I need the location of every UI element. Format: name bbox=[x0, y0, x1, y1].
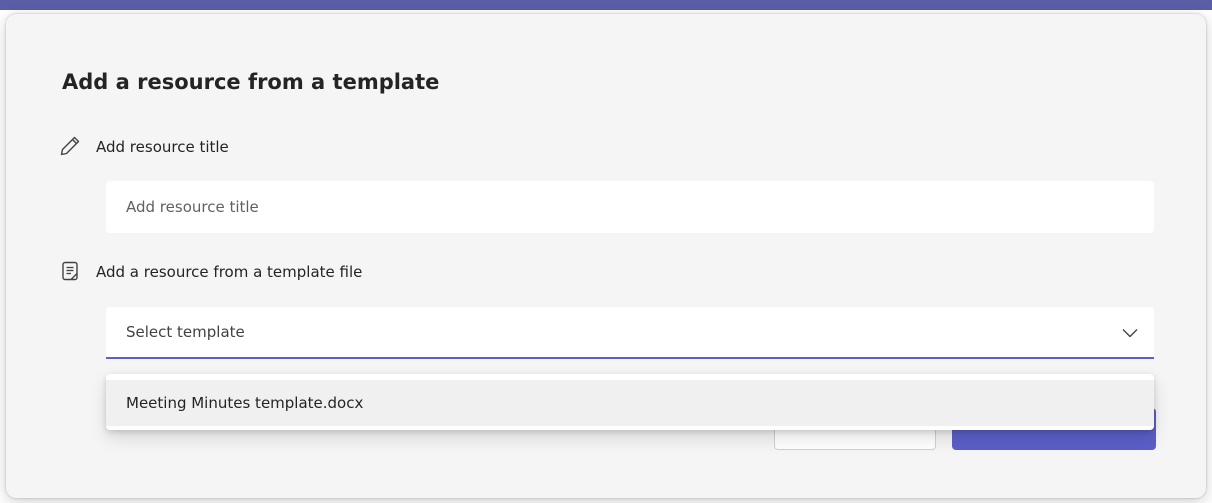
pencil-icon bbox=[58, 134, 82, 158]
template-option-label: Meeting Minutes template.docx bbox=[126, 394, 364, 412]
template-select-value: Select template bbox=[126, 323, 245, 341]
add-resource-dialog: Add a resource from a template Add resou… bbox=[6, 14, 1206, 498]
window-top-strip bbox=[0, 0, 1212, 10]
resource-title-label: Add resource title bbox=[96, 138, 229, 156]
resource-title-input[interactable]: Add resource title bbox=[106, 181, 1154, 233]
resource-title-placeholder: Add resource title bbox=[126, 198, 259, 216]
template-file-label: Add a resource from a template file bbox=[96, 263, 363, 281]
chevron-down-icon[interactable] bbox=[1120, 323, 1140, 343]
template-select[interactable]: Select template bbox=[106, 307, 1154, 359]
template-dropdown-list: Meeting Minutes template.docx bbox=[106, 374, 1154, 430]
dialog-title: Add a resource from a template bbox=[62, 70, 440, 94]
document-icon bbox=[58, 259, 82, 283]
template-option[interactable]: Meeting Minutes template.docx bbox=[106, 380, 1154, 426]
